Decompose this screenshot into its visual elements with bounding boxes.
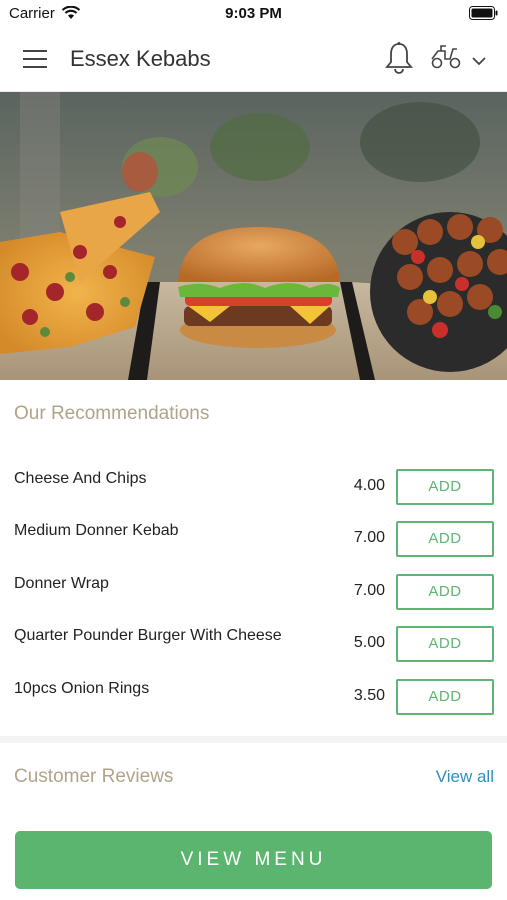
item-price: 5.00	[353, 634, 385, 651]
add-button[interactable]: ADD	[396, 521, 494, 557]
list-item: Cheese And Chips 4.00 ADD	[0, 469, 507, 521]
list-item: 10pcs Onion Rings 3.50 ADD	[0, 679, 507, 731]
item-name: Cheese And Chips	[14, 470, 147, 487]
scooter-icon[interactable]	[430, 45, 462, 74]
view-menu-button[interactable]: VIEW MENU	[15, 831, 492, 889]
app-header: Essex Kebabs	[0, 26, 507, 92]
menu-icon[interactable]	[23, 49, 47, 69]
reviews-heading: Customer Reviews	[14, 766, 174, 787]
status-bar: Carrier 9:03 PM	[0, 0, 507, 26]
item-price: 7.00	[353, 582, 385, 599]
item-name: Donner Wrap	[14, 575, 109, 592]
hero-food-image	[0, 92, 507, 380]
list-item: Donner Wrap 7.00 ADD	[0, 574, 507, 626]
battery-icon	[469, 6, 498, 25]
item-price: 7.00	[353, 529, 385, 546]
view-all-link[interactable]: View all	[436, 767, 494, 787]
list-item: Quarter Pounder Burger With Cheese 5.00 …	[0, 626, 507, 678]
item-price: 3.50	[353, 687, 385, 704]
add-button[interactable]: ADD	[396, 626, 494, 662]
add-button[interactable]: ADD	[396, 679, 494, 715]
status-time: 9:03 PM	[225, 5, 282, 22]
add-button[interactable]: ADD	[396, 574, 494, 610]
item-name: 10pcs Onion Rings	[14, 680, 150, 697]
list-item: Medium Donner Kebab 7.00 ADD	[0, 521, 507, 573]
item-name: Medium Donner Kebab	[14, 522, 179, 539]
app-title: Essex Kebabs	[70, 46, 211, 71]
add-button[interactable]: ADD	[396, 469, 494, 505]
chevron-down-icon[interactable]	[472, 53, 486, 71]
item-price: 4.00	[353, 477, 385, 494]
item-name: Quarter Pounder Burger With Cheese	[14, 627, 282, 644]
bell-icon[interactable]	[384, 41, 414, 80]
recommendations-heading: Our Recommendations	[14, 403, 210, 424]
section-divider	[0, 736, 507, 743]
